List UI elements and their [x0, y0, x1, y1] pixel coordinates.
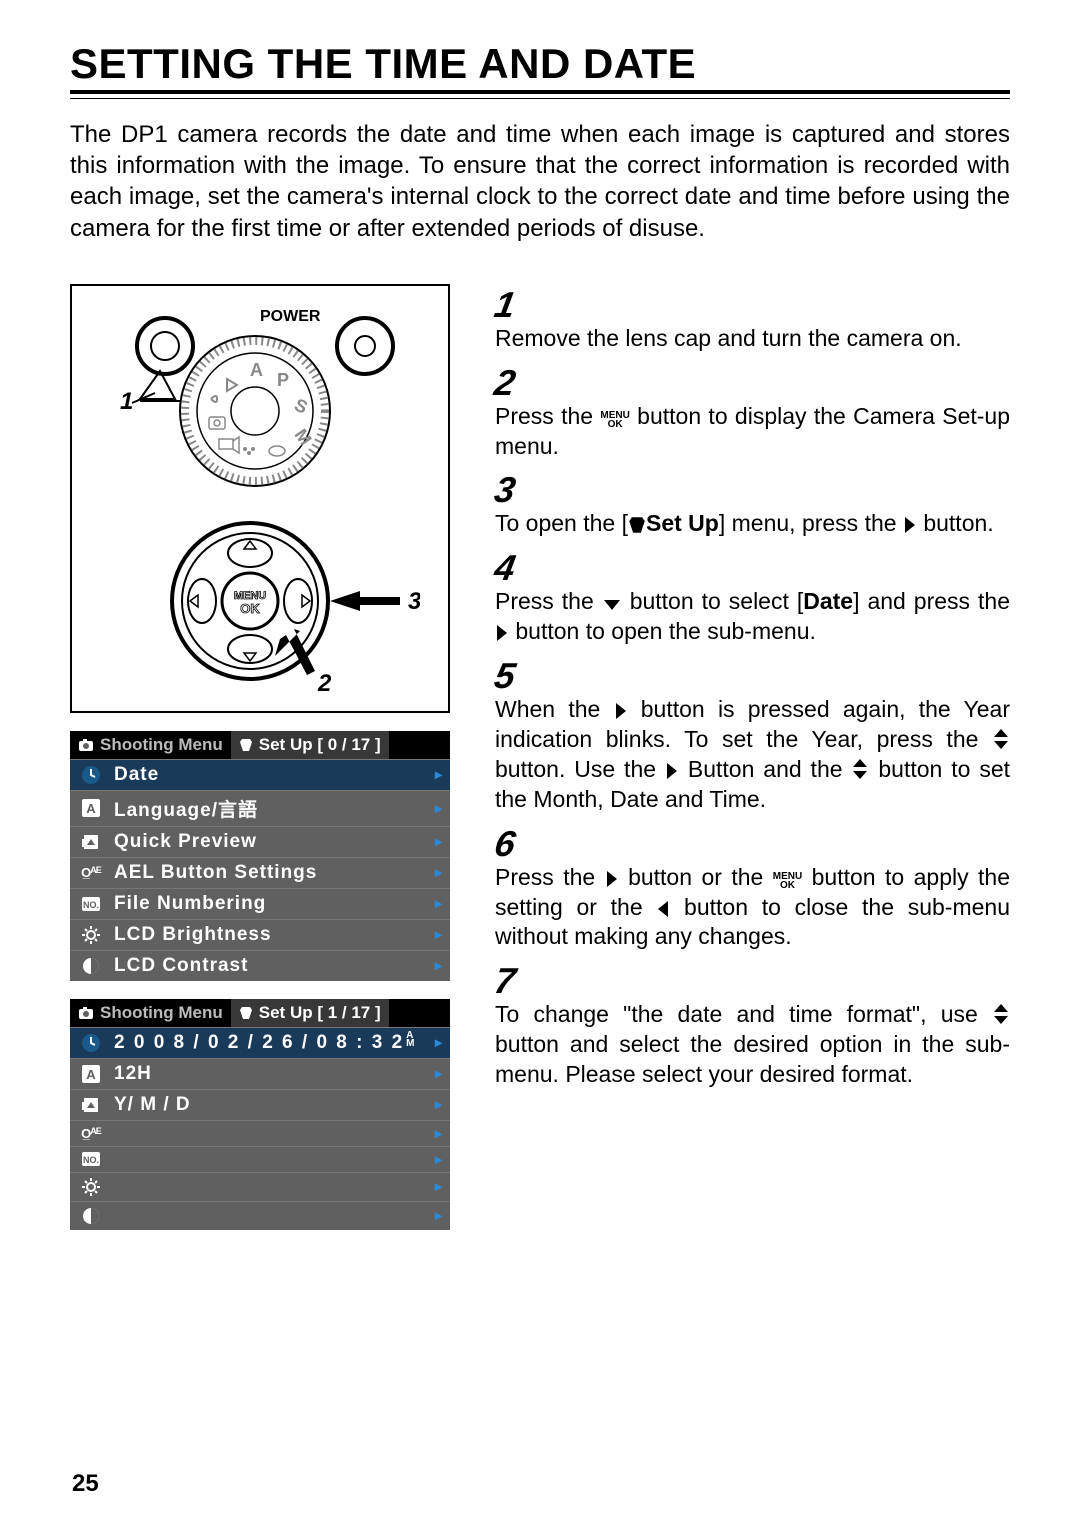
menu-row-empty-1: O̲AE ▸	[70, 1120, 450, 1146]
step-text-7: To change "the date and time format", us…	[495, 1000, 1010, 1090]
menu-row-empty-4: ▸	[70, 1201, 450, 1230]
menu-row-language: A Language/言語▸	[70, 790, 450, 826]
step-number-1: 1	[491, 284, 518, 326]
svg-text:NO.: NO.	[83, 900, 99, 910]
step-number-7: 7	[491, 960, 518, 1002]
svg-text:OK: OK	[240, 601, 260, 616]
intro-paragraph: The DP1 camera records the date and time…	[70, 119, 1010, 244]
menu-ok-icon: MENUOK	[600, 411, 629, 429]
page-number: 25	[72, 1470, 99, 1498]
step-text-3: To open the [Set Up] menu, press the but…	[495, 509, 1010, 539]
title-rule	[70, 98, 1010, 99]
up-down-arrow-icon	[992, 1003, 1010, 1025]
menu-row-lcd-contrast: LCD Contrast▸	[70, 950, 450, 981]
step-text-5: When the button is pressed again, the Ye…	[495, 695, 1010, 815]
camera-diagram-box: POWER 1 A	[70, 284, 450, 713]
right-arrow-icon	[614, 702, 628, 720]
svg-text:A: A	[250, 360, 263, 380]
step-number-4: 4	[491, 547, 518, 589]
setup-menu-screenshot-1: Shooting Menu Set Up [ 0 / 17 ] Date▸ A …	[70, 731, 450, 981]
step-text-6: Press the button or the MENUOK button to…	[495, 863, 1010, 953]
menu-row-file-numbering: NO. File Numbering▸	[70, 888, 450, 919]
right-arrow-icon	[605, 870, 619, 888]
tab-set-up: Set Up [ 0 / 17 ]	[231, 731, 389, 759]
callout-3: 3	[408, 588, 420, 615]
svg-text:M: M	[291, 425, 316, 449]
menu-ok-icon: MENUOK	[773, 872, 802, 890]
right-arrow-icon	[495, 624, 509, 642]
right-arrow-icon	[665, 762, 679, 780]
mode-dial-diagram: POWER 1 A	[100, 301, 420, 501]
menu-row-12h: A 12H▸	[70, 1058, 450, 1089]
power-label: POWER	[260, 308, 321, 325]
tab-set-up-2: Set Up [ 1 / 17 ]	[231, 999, 389, 1027]
svg-text:NO.: NO.	[83, 1155, 99, 1165]
up-down-arrow-icon	[851, 758, 869, 780]
menu-row-quick-preview: Quick Preview▸	[70, 826, 450, 857]
menu-row-empty-3: ▸	[70, 1172, 450, 1201]
right-arrow-icon	[903, 516, 917, 534]
callout-2: 2	[317, 670, 332, 697]
menu-row-ymd: Y/ M / D▸	[70, 1089, 450, 1120]
direction-pad-diagram: MENU OK 3 2	[100, 511, 420, 701]
down-arrow-icon	[602, 598, 622, 612]
wrench-icon	[628, 516, 646, 534]
setup-menu-screenshot-2: Shooting Menu Set Up [ 1 / 17 ] 2 0 0 8 …	[70, 999, 450, 1230]
menu-row-datetime-value: 2 0 0 8 / 0 2 / 2 6 / 0 8 : 3 2AM▸	[70, 1027, 450, 1058]
tab-shooting-menu: Shooting Menu	[70, 731, 231, 759]
page-title: SETTING THE TIME AND DATE	[70, 40, 1010, 94]
menu-row-lcd-brightness: LCD Brightness▸	[70, 919, 450, 950]
menu-row-empty-2: NO. ▸	[70, 1146, 450, 1172]
callout-1: 1	[120, 388, 133, 415]
step-text-2: Press the MENUOK button to display the C…	[495, 402, 1010, 462]
step-number-2: 2	[491, 362, 518, 404]
tab-shooting-menu-2: Shooting Menu	[70, 999, 231, 1027]
svg-text:A: A	[86, 801, 96, 816]
step-text-1: Remove the lens cap and turn the camera …	[495, 324, 1010, 354]
menu-row-date: Date▸	[70, 759, 450, 790]
menu-row-ael-button: O̲AE AEL Button Settings▸	[70, 857, 450, 888]
left-arrow-icon	[656, 900, 670, 918]
up-down-arrow-icon	[992, 728, 1010, 750]
step-number-6: 6	[491, 823, 518, 865]
svg-text:A: A	[86, 1067, 96, 1082]
svg-text:P: P	[277, 370, 289, 390]
svg-text:S: S	[291, 394, 310, 417]
step-text-4: Press the button to select [Date] and pr…	[495, 587, 1010, 647]
step-number-5: 5	[491, 655, 518, 697]
step-number-3: 3	[491, 469, 518, 511]
